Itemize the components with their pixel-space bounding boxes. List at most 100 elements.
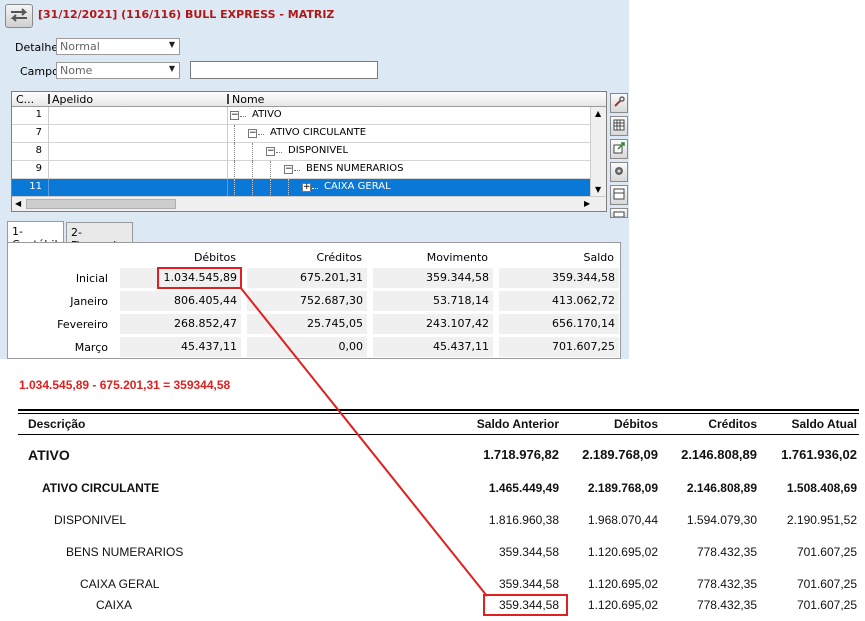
table-button[interactable] xyxy=(610,116,628,136)
campo-label: Campo xyxy=(20,65,59,78)
cell-creditos: 675.201,31 xyxy=(247,268,367,288)
report-value: 1.508.408,69 xyxy=(786,481,857,495)
export-icon xyxy=(613,141,625,157)
report-desc: ATIVO CIRCULANTE xyxy=(42,481,160,495)
row-label: Fevereiro xyxy=(57,318,108,331)
accounts-grid: C... Apelido Nome 1 − ATIVO 7 − ATIVO CI… xyxy=(11,91,607,212)
report-value: 1.718.976,82 xyxy=(483,447,559,462)
column-header-nome[interactable]: Nome xyxy=(232,93,264,106)
row-name: ATIVO CIRCULANTE xyxy=(270,127,367,138)
row-code: 1 xyxy=(35,109,42,120)
report-value: 1.120.695,02 xyxy=(587,598,658,612)
collapse-icon[interactable]: − xyxy=(248,129,257,138)
cell-movimento: 243.107,42 xyxy=(373,314,493,334)
cell-debitos: 806.405,44 xyxy=(120,291,241,311)
tab-financeiro[interactable]: 2-Financeiro xyxy=(66,222,133,252)
report-row: CAIXA GERAL 359.344,58 1.120.695,02 778.… xyxy=(18,577,859,597)
row-code: 11 xyxy=(29,181,42,192)
table-icon xyxy=(613,119,625,134)
gear-button[interactable] xyxy=(610,162,628,182)
cell-creditos: 25.745,05 xyxy=(247,314,367,334)
cell-saldo: 413.062,72 xyxy=(499,291,619,311)
report-value: 1.968.070,44 xyxy=(587,513,658,527)
detalhe-label: Detalhe xyxy=(15,41,59,54)
report-value: 2.146.808,89 xyxy=(681,447,757,462)
report-value: 778.432,35 xyxy=(696,598,757,612)
cell-movimento: 45.437,11 xyxy=(373,337,493,357)
row-label: Março xyxy=(74,341,108,354)
columns-button[interactable] xyxy=(610,185,628,205)
row-code: 7 xyxy=(35,127,42,138)
report-desc: BENS NUMERARIOS xyxy=(66,545,184,559)
column-header-apelido[interactable]: Apelido xyxy=(52,93,93,106)
grid-row[interactable]: 8 − DISPONIVEL xyxy=(12,143,590,161)
contabil-panel: Débitos Créditos Movimento Saldo Inicial… xyxy=(7,242,621,359)
vertical-scrollbar[interactable]: ▲ ▼ xyxy=(590,107,606,197)
panel-row: Fevereiro 268.852,47 25.745,05 243.107,4… xyxy=(8,314,622,336)
report-value: 359.344,58 xyxy=(498,545,559,559)
swap-company-button[interactable] xyxy=(5,4,33,28)
grid-row[interactable]: 9 − BENS NUMERARIOS xyxy=(12,161,590,179)
horizontal-scrollbar[interactable]: ◀ ▶ xyxy=(12,196,606,211)
row-name: CAIXA GERAL xyxy=(324,181,391,192)
campo-select[interactable]: Nome ▼ xyxy=(56,62,180,79)
window-title: [31/12/2021] (116/116) BULL EXPRESS - MA… xyxy=(38,8,335,21)
header-creditos: Créditos xyxy=(316,251,362,264)
chevron-down-icon: ▼ xyxy=(168,64,175,73)
cell-debitos: 268.852,47 xyxy=(120,314,241,334)
collapse-icon[interactable]: − xyxy=(266,147,275,156)
panel-row: Janeiro 806.405,44 752.687,30 53.718,14 … xyxy=(8,291,622,313)
search-input[interactable] xyxy=(190,61,378,79)
collapse-icon[interactable]: − xyxy=(230,111,239,120)
panel-row: Inicial 1.034.545,89 675.201,31 359.344,… xyxy=(8,268,622,290)
scroll-down-icon[interactable]: ▼ xyxy=(595,185,601,194)
cell-creditos: 0,00 xyxy=(247,337,367,357)
tab-contabil[interactable]: 1-Contábil xyxy=(7,221,64,251)
wrench-icon xyxy=(613,95,625,111)
detalhe-value: Normal xyxy=(60,40,100,53)
grid-row[interactable]: 1 − ATIVO xyxy=(12,107,590,125)
expand-icon[interactable]: + xyxy=(302,183,311,192)
report-value: 1.816.960,38 xyxy=(488,513,559,527)
report-desc: ATIVO xyxy=(28,447,70,463)
row-code: 9 xyxy=(35,163,42,174)
report-desc: CAIXA GERAL xyxy=(80,577,160,591)
row-code: 8 xyxy=(35,145,42,156)
cell-movimento: 53.718,14 xyxy=(373,291,493,311)
chevron-down-icon: ▼ xyxy=(168,40,175,49)
report-value: 1.465.449,49 xyxy=(488,481,559,495)
cell-debitos: 45.437,11 xyxy=(120,337,241,357)
swap-arrows-icon xyxy=(9,7,29,26)
report-value: 778.432,35 xyxy=(696,545,757,559)
export-button[interactable] xyxy=(610,139,628,159)
grid-row[interactable]: 7 − ATIVO CIRCULANTE xyxy=(12,125,590,143)
report-value: 701.607,25 xyxy=(796,598,857,612)
cell-creditos: 752.687,30 xyxy=(247,291,367,311)
scroll-right-icon[interactable]: ▶ xyxy=(584,199,590,208)
balance-report: Descrição Saldo Anterior Débitos Crédito… xyxy=(18,409,859,621)
scroll-up-icon[interactable]: ▲ xyxy=(595,109,601,118)
scroll-thumb[interactable] xyxy=(26,199,176,209)
app-window: [31/12/2021] (116/116) BULL EXPRESS - MA… xyxy=(0,0,629,359)
report-header-saldo-anterior: Saldo Anterior xyxy=(476,417,559,431)
extra-button[interactable] xyxy=(610,208,628,218)
row-name: DISPONIVEL xyxy=(288,145,349,156)
report-header-descricao: Descrição xyxy=(28,417,86,431)
scroll-left-icon[interactable]: ◀ xyxy=(15,199,21,208)
row-name: ATIVO xyxy=(252,109,282,120)
cell-saldo: 359.344,58 xyxy=(499,268,619,288)
column-header-code[interactable]: C... xyxy=(16,93,34,106)
cell-movimento: 359.344,58 xyxy=(373,268,493,288)
wrench-button[interactable] xyxy=(610,93,628,113)
report-desc: CAIXA xyxy=(96,598,133,612)
collapse-icon[interactable]: − xyxy=(284,165,293,174)
gear-icon xyxy=(613,165,625,180)
grid-row-selected[interactable]: 11 + CAIXA GERAL xyxy=(12,179,590,197)
row-label: Inicial xyxy=(75,272,108,285)
report-value: 2.190.951,52 xyxy=(786,513,857,527)
detalhe-select[interactable]: Normal ▼ xyxy=(56,38,180,55)
panel-row: Março 45.437,11 0,00 45.437,11 701.607,2… xyxy=(8,337,622,359)
cell-saldo: 656.170,14 xyxy=(499,314,619,334)
report-value: 701.607,25 xyxy=(796,577,857,591)
report-value: 701.607,25 xyxy=(796,545,857,559)
